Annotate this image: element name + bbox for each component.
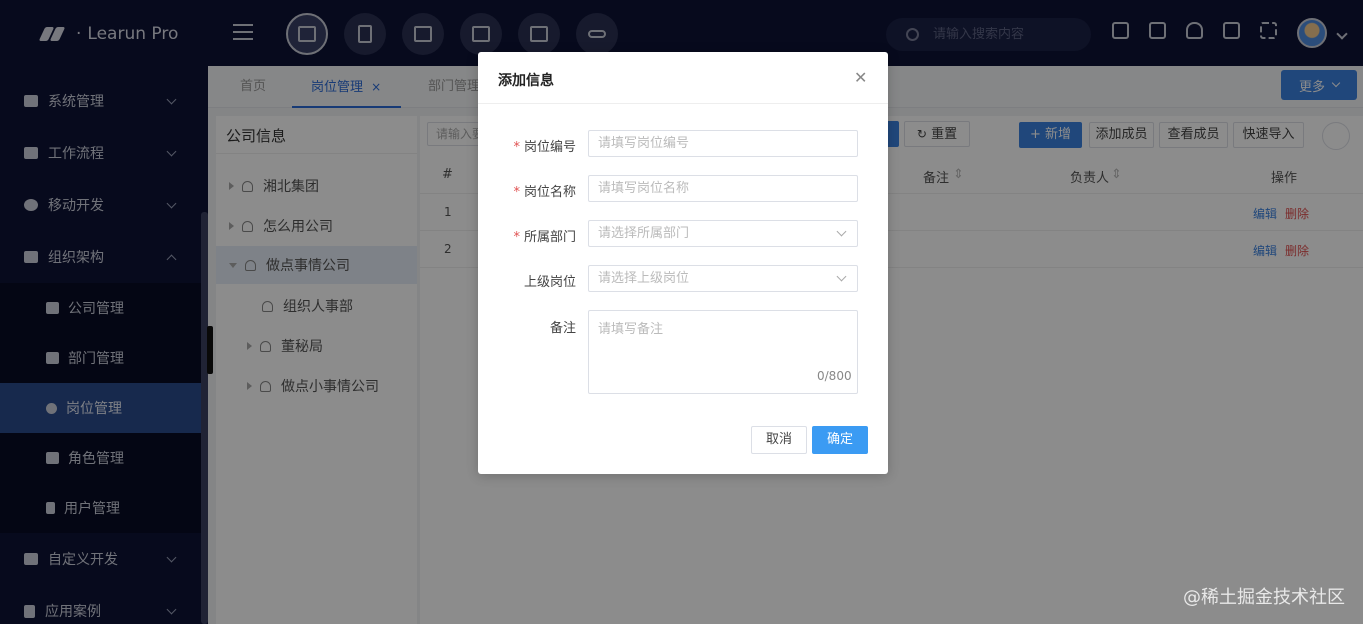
parent-post-select[interactable]: 请选择上级岗位 bbox=[588, 265, 858, 292]
close-icon[interactable]: ✕ bbox=[854, 70, 867, 86]
post-name-label: * 岗位名称 bbox=[513, 185, 576, 200]
add-info-dialog: 添加信息 ✕ *岗位编号 *岗位名称 *所属部门 请选择所属部门 上级岗位 请选… bbox=[478, 52, 888, 474]
department-select[interactable]: 请选择所属部门 bbox=[588, 220, 858, 247]
divider bbox=[478, 103, 888, 104]
remark-char-counter: 0/800 bbox=[817, 369, 852, 383]
chevron-down-icon bbox=[836, 226, 847, 237]
post-name-input[interactable] bbox=[588, 175, 858, 202]
confirm-button[interactable]: 确定 bbox=[812, 426, 868, 454]
parent-post-label: 上级岗位 bbox=[523, 275, 576, 290]
post-code-label: * 岗位编号 bbox=[513, 140, 576, 155]
cancel-button[interactable]: 取消 bbox=[751, 426, 807, 454]
post-code-input[interactable] bbox=[588, 130, 858, 157]
dialog-title: 添加信息 bbox=[498, 73, 554, 89]
department-label: * 所属部门 bbox=[513, 230, 576, 245]
watermark: @稀土掘金技术社区 bbox=[1183, 587, 1345, 608]
remark-label: 备注 bbox=[549, 321, 576, 336]
chevron-down-icon bbox=[836, 271, 847, 282]
